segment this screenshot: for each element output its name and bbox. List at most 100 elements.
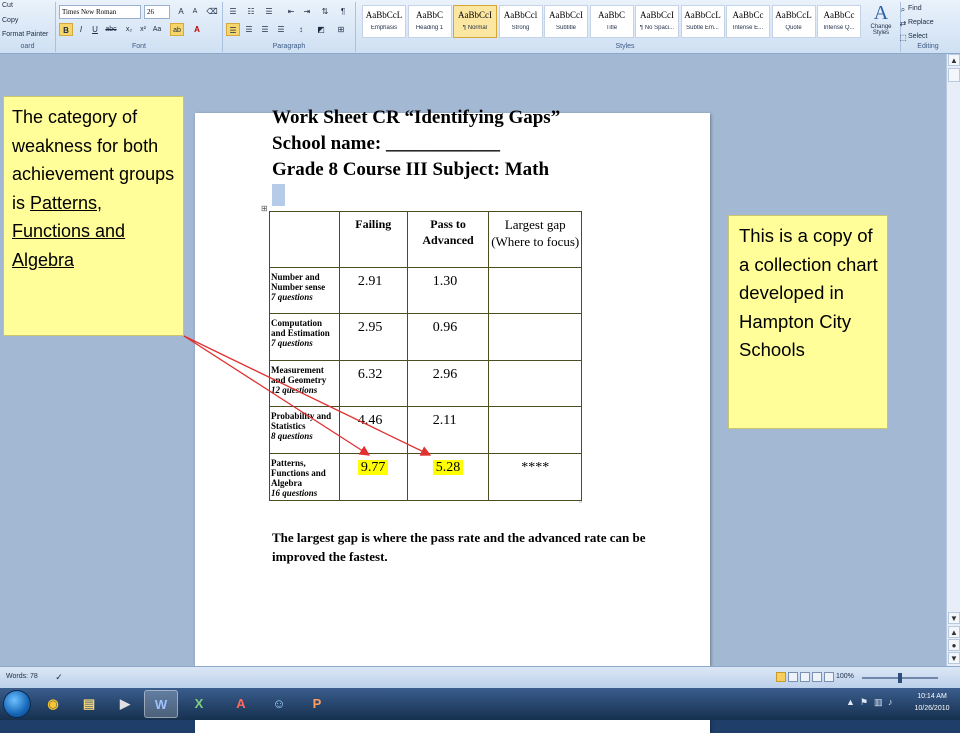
table-move-handle-icon[interactable]: ⊞: [261, 204, 268, 213]
clipboard-group-label: oard: [20, 43, 35, 50]
align-left-icon[interactable]: ☰: [226, 23, 240, 36]
tray-network-icon[interactable]: ▥: [874, 697, 883, 708]
style-tile[interactable]: AaBbCcL Subtle Em...: [680, 5, 725, 38]
vertical-scrollbar[interactable]: ▲ ▼ ▲ ● ▼: [946, 54, 960, 666]
shrink-font-icon[interactable]: A: [188, 5, 202, 18]
web-layout-view-button[interactable]: [800, 672, 810, 682]
school-name-line: School name: ____________: [272, 133, 500, 154]
underline-button[interactable]: U: [88, 23, 102, 36]
proofing-icon[interactable]: ✓: [52, 671, 66, 684]
callout-weakness: The category of weakness for both achiev…: [3, 96, 184, 336]
multilevel-list-icon[interactable]: ☰: [262, 5, 276, 18]
failing-cell: 2.95: [338, 313, 408, 361]
grow-font-icon[interactable]: A: [174, 5, 188, 18]
word-taskbar-icon[interactable]: W: [144, 690, 178, 718]
chrome-icon[interactable]: ◉: [36, 690, 70, 718]
full-screen-view-button[interactable]: [788, 672, 798, 682]
next-page-icon[interactable]: ▼: [948, 652, 960, 664]
font-name-box[interactable]: Times New Roman: [59, 5, 141, 19]
style-sample: AaBbCc: [823, 10, 855, 20]
justify-icon[interactable]: ☰: [274, 23, 288, 36]
decrease-indent-icon[interactable]: ⇤: [284, 5, 298, 18]
worksheet-footer: The largest gap is where the pass rate a…: [272, 530, 646, 564]
tray-flag-icon[interactable]: ⚑: [860, 697, 868, 708]
pass-advanced-cell: 0.96: [406, 313, 490, 361]
style-tile[interactable]: AaBbCcL Emphasis: [362, 5, 406, 38]
tray-expand-icon[interactable]: ▲: [846, 697, 855, 707]
format-painter-button[interactable]: Format Painter: [2, 31, 48, 38]
tray-volume-icon[interactable]: ♪: [888, 697, 893, 707]
superscript-button[interactable]: x²: [136, 23, 150, 36]
font-size-box[interactable]: 26: [144, 5, 170, 19]
increase-indent-icon[interactable]: ⇥: [300, 5, 314, 18]
style-tile[interactable]: AaBbCcI ¶ Normal: [453, 5, 497, 38]
change-styles-button[interactable]: A Change Styles: [866, 2, 896, 42]
previous-page-icon[interactable]: ▲: [948, 626, 960, 638]
borders-icon[interactable]: ⊞: [334, 23, 348, 36]
scroll-thumb[interactable]: [948, 68, 960, 82]
style-tile[interactable]: AaBbCcL Quote: [771, 5, 816, 38]
status-bar: Words: 78 ✓ 100%: [0, 666, 960, 688]
subscript-button[interactable]: x₂: [122, 23, 136, 36]
style-tile[interactable]: AaBbCc Intense Q...: [817, 5, 861, 38]
powerpoint-taskbar-icon[interactable]: P: [300, 690, 334, 718]
show-formatting-icon[interactable]: ¶: [336, 5, 350, 18]
align-center-icon[interactable]: ☰: [242, 23, 256, 36]
cut-button[interactable]: Cut: [2, 2, 13, 9]
style-tile[interactable]: AaBbCcI ¶ No Spaci...: [635, 5, 679, 38]
strikethrough-button[interactable]: abc: [104, 23, 118, 36]
word-count[interactable]: Words: 78: [6, 673, 38, 680]
change-styles-label: Change Styles: [870, 24, 892, 36]
style-tile[interactable]: AaBbC Title: [589, 5, 634, 38]
italic-button[interactable]: I: [74, 23, 88, 36]
clear-formatting-icon[interactable]: ⌫: [205, 5, 219, 18]
font-color-button[interactable]: A: [190, 23, 204, 36]
style-tile[interactable]: AaBbCcI Subtitle: [544, 5, 588, 38]
scroll-down-icon[interactable]: ▼: [948, 612, 960, 624]
style-tile[interactable]: AaBbCcl Strong: [498, 5, 543, 38]
failing-value: 9.77: [357, 459, 389, 475]
style-tile[interactable]: AaBbCc Intense E...: [726, 5, 770, 38]
bold-button[interactable]: B: [59, 23, 73, 36]
style-sample: AaBbCc: [732, 10, 764, 20]
zoom-level[interactable]: 100%: [836, 673, 854, 680]
strand-name: Measurement and Geometry: [271, 364, 327, 385]
select-button[interactable]: Select: [908, 33, 927, 40]
taskbar: ◉ ▤ ▶ W X A ☺ P ▲ ⚑ ▥ ♪ 10:14 AM 10/26/2…: [0, 688, 960, 720]
media-player-icon[interactable]: ▶: [108, 690, 142, 718]
pass-advanced-cell: 2.11: [406, 406, 490, 454]
print-layout-view-button[interactable]: [776, 672, 786, 682]
people-app-icon[interactable]: ☺: [262, 690, 296, 718]
taskbar-clock[interactable]: 10:14 AM 10/26/2010: [906, 691, 958, 715]
bullets-icon[interactable]: ☰: [226, 5, 240, 18]
change-case-button[interactable]: Aa: [150, 23, 164, 36]
numbering-icon[interactable]: ☷: [244, 5, 258, 18]
style-sample: AaBbCcI: [458, 10, 492, 20]
style-name: Title: [605, 25, 618, 31]
excel-taskbar-icon[interactable]: X: [182, 690, 216, 718]
align-right-icon[interactable]: ☰: [258, 23, 272, 36]
explorer-folder-icon[interactable]: ▤: [72, 690, 106, 718]
line-spacing-icon[interactable]: ↕: [294, 23, 308, 36]
acrobat-icon[interactable]: A: [224, 690, 258, 718]
start-button[interactable]: [3, 690, 31, 718]
zoom-slider-knob[interactable]: [898, 673, 902, 683]
outline-view-button[interactable]: [812, 672, 822, 682]
scroll-up-icon[interactable]: ▲: [948, 54, 960, 66]
style-name: ¶ No Spaci...: [639, 25, 675, 31]
draft-view-button[interactable]: [824, 672, 834, 682]
style-tile[interactable]: AaBbC Heading 1: [407, 5, 452, 38]
failing-cell: 4.46: [338, 406, 408, 454]
highlight-color-button[interactable]: ab: [170, 23, 184, 36]
replace-button[interactable]: Replace: [908, 19, 934, 26]
failing-value: 6.32: [357, 366, 383, 382]
largest-gap-value: ****: [521, 459, 550, 475]
failing-value: 2.95: [357, 320, 383, 336]
style-name: Strong: [511, 25, 530, 31]
shading-icon[interactable]: ◩: [314, 23, 328, 36]
select-browse-object-icon[interactable]: ●: [948, 639, 960, 651]
row-label-cell: Number and Number sense 7 questions: [269, 266, 340, 315]
copy-button[interactable]: Copy: [2, 17, 18, 24]
sort-icon[interactable]: ⇅: [318, 5, 332, 18]
find-button[interactable]: Find: [908, 5, 922, 12]
